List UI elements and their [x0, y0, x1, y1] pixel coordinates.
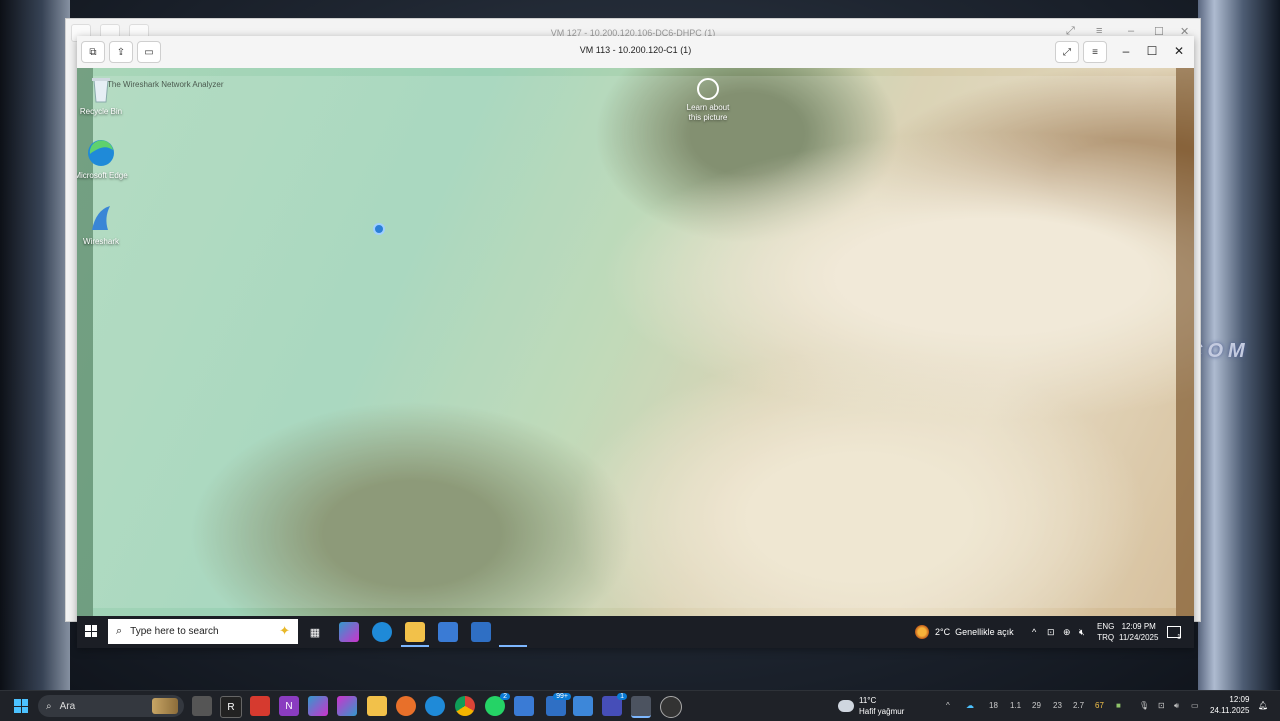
file-explorer-icon[interactable]: [367, 696, 387, 716]
edge-icon[interactable]: [425, 696, 445, 716]
learn-about-picture[interactable]: Learn about this picture: [683, 78, 733, 123]
guest-weather-desc: Genellikle açık: [955, 627, 1014, 637]
copilot-icon[interactable]: [339, 622, 359, 642]
meet-icon[interactable]: ⊡: [1047, 616, 1055, 648]
guest-desktop: The Wireshark Network Analyzer Recycle B…: [77, 68, 1194, 616]
volume-icon[interactable]: 🔊︎: [1174, 701, 1179, 711]
vm-close-button[interactable]: ✕: [1172, 44, 1186, 58]
r-app-icon[interactable]: R: [220, 696, 242, 718]
host-wallpaper-left: [0, 0, 70, 690]
edge-icon: [86, 138, 116, 168]
teams-icon[interactable]: 1: [602, 693, 627, 716]
tray-stat-1: 1.1: [1010, 701, 1022, 710]
edge-taskbar-icon[interactable]: [372, 622, 392, 642]
nvidia-icon[interactable]: ■: [1116, 701, 1121, 710]
anydesk-icon[interactable]: [250, 696, 270, 716]
remote-desktop-icon[interactable]: [631, 696, 651, 718]
host-search-placeholder: Ara: [59, 700, 76, 712]
mail-icon[interactable]: 99+: [546, 693, 571, 716]
tray-stat-2: 29: [1032, 701, 1041, 710]
search-icon: ⌕: [116, 625, 123, 637]
guest-weather-temp: 2°C: [935, 627, 951, 637]
host-taskbar: ⌕ Ara R N 2 99+ 1 11°C Hafif yağmur ^ ☁ …: [0, 690, 1280, 721]
cloud-rain-icon: [838, 700, 854, 712]
tray-stat-3: 23: [1053, 701, 1062, 710]
photos-icon[interactable]: [573, 696, 593, 716]
store-icon[interactable]: [514, 696, 534, 716]
guest-start-icon[interactable]: [85, 625, 97, 637]
network-icon[interactable]: ⊕: [1063, 616, 1071, 648]
whatsapp-icon[interactable]: 2: [485, 693, 510, 716]
desktop-icon-wireshark[interactable]: Wireshark: [77, 204, 128, 247]
weather-icon: [915, 625, 929, 639]
lang-top: ENG: [1097, 622, 1115, 631]
file-explorer-icon[interactable]: [405, 622, 425, 642]
host-clock-date: 24.11.2025: [1210, 706, 1250, 715]
tray-stat-4: 2.7: [1073, 701, 1085, 710]
host-weather-temp: 11°C: [859, 696, 877, 705]
task-view-icon[interactable]: [192, 696, 212, 716]
network-icon[interactable]: ⊡: [1158, 701, 1165, 710]
copilot-icon[interactable]: [308, 696, 328, 716]
lang-bottom: TRQ: [1097, 633, 1115, 642]
camera-ring-icon: [697, 78, 719, 100]
wireshark-icon: [86, 204, 116, 234]
vm-fullscreen-icon[interactable]: ⤢: [1055, 41, 1079, 63]
desktop-icon-recycle-bin[interactable]: Recycle Bin: [77, 74, 128, 117]
vm-maximize-button[interactable]: ☐: [1145, 44, 1159, 58]
guest-language[interactable]: ENG TRQ: [1097, 616, 1114, 648]
teams-badge: 1: [617, 693, 627, 700]
onedrive-icon[interactable]: ☁: [966, 701, 974, 710]
microphone-icon[interactable]: 🎙︎: [1139, 701, 1149, 710]
onenote-icon[interactable]: N: [279, 696, 299, 716]
host-weather[interactable]: 11°C Hafif yağmur: [838, 695, 904, 717]
obs-icon[interactable]: [660, 696, 682, 718]
guest-weather[interactable]: 2°C Genellikle açık: [915, 616, 1014, 648]
outlook-icon[interactable]: [471, 622, 491, 642]
vm-menu-icon[interactable]: ≡: [1083, 41, 1107, 63]
guest-search-box[interactable]: ⌕ Type here to search ✦: [108, 619, 298, 644]
firefox-icon[interactable]: [396, 696, 416, 716]
desktop-icon-label: Recycle Bin: [79, 107, 123, 116]
host-weather-desc: Hafif yağmur: [859, 707, 905, 716]
mail-badge: 99+: [553, 693, 571, 700]
desktop-icon-label: Wireshark: [82, 237, 119, 246]
task-view-icon[interactable]: ▦: [305, 622, 325, 642]
copilot-m365-icon[interactable]: [337, 696, 357, 716]
vm-title: VM 113 - 10.200.120-C1 (1): [579, 45, 692, 55]
guest-search-placeholder: Type here to search: [130, 626, 219, 637]
tray-chevron-icon[interactable]: ^: [946, 701, 950, 710]
guest-clock[interactable]: 12:09 PM 11/24/2025: [1119, 616, 1158, 648]
guest-clock-time: 12:09 PM: [1121, 622, 1156, 631]
sparkle-icon: ✦: [279, 623, 290, 638]
desktop-icon-edge[interactable]: Microsoft Edge: [77, 138, 128, 181]
guest-taskbar: ⌕ Type here to search ✦ ▦ 2°C Genellikle…: [77, 616, 1194, 648]
host-clock[interactable]: 12:09 24.11.2025: [1210, 694, 1249, 716]
mouse-cursor-icon: [373, 223, 385, 235]
chrome-icon[interactable]: [455, 696, 475, 716]
tray-chevron-icon[interactable]: ^: [1032, 616, 1036, 648]
host-search-box[interactable]: ⌕ Ara: [38, 695, 184, 717]
vm-titlebar: ⧉ ⇪ ▭ VM 113 - 10.200.120-C1 (1) ⤢ ≡ – ☐…: [77, 36, 1194, 69]
host-clock-time: 12:09: [1229, 695, 1250, 704]
vm-minimize-button[interactable]: –: [1119, 44, 1133, 58]
store-icon[interactable]: [438, 622, 458, 642]
notification-bell-icon[interactable]: 🔔︎: [1258, 701, 1268, 710]
search-highlight-icon: [152, 698, 178, 714]
tray-stat-5: 67: [1095, 701, 1104, 710]
tray-stat-0: 18: [989, 701, 998, 710]
host-start-icon[interactable]: [14, 699, 28, 713]
learn-label: Learn about this picture: [686, 103, 730, 122]
battery-icon[interactable]: ▭: [1191, 701, 1199, 710]
search-icon: ⌕: [46, 700, 52, 712]
recycle-bin-icon: [86, 74, 116, 104]
inner-vm-window: ⧉ ⇪ ▭ VM 113 - 10.200.120-C1 (1) ⤢ ≡ – ☐…: [77, 36, 1194, 648]
whatsapp-badge: 2: [500, 693, 510, 700]
guest-clock-date: 11/24/2025: [1119, 633, 1159, 642]
desktop-icon-label: Microsoft Edge: [77, 171, 128, 180]
notification-icon[interactable]: 1: [1167, 616, 1181, 648]
volume-muted-icon[interactable]: 🔇︎: [1079, 616, 1085, 648]
